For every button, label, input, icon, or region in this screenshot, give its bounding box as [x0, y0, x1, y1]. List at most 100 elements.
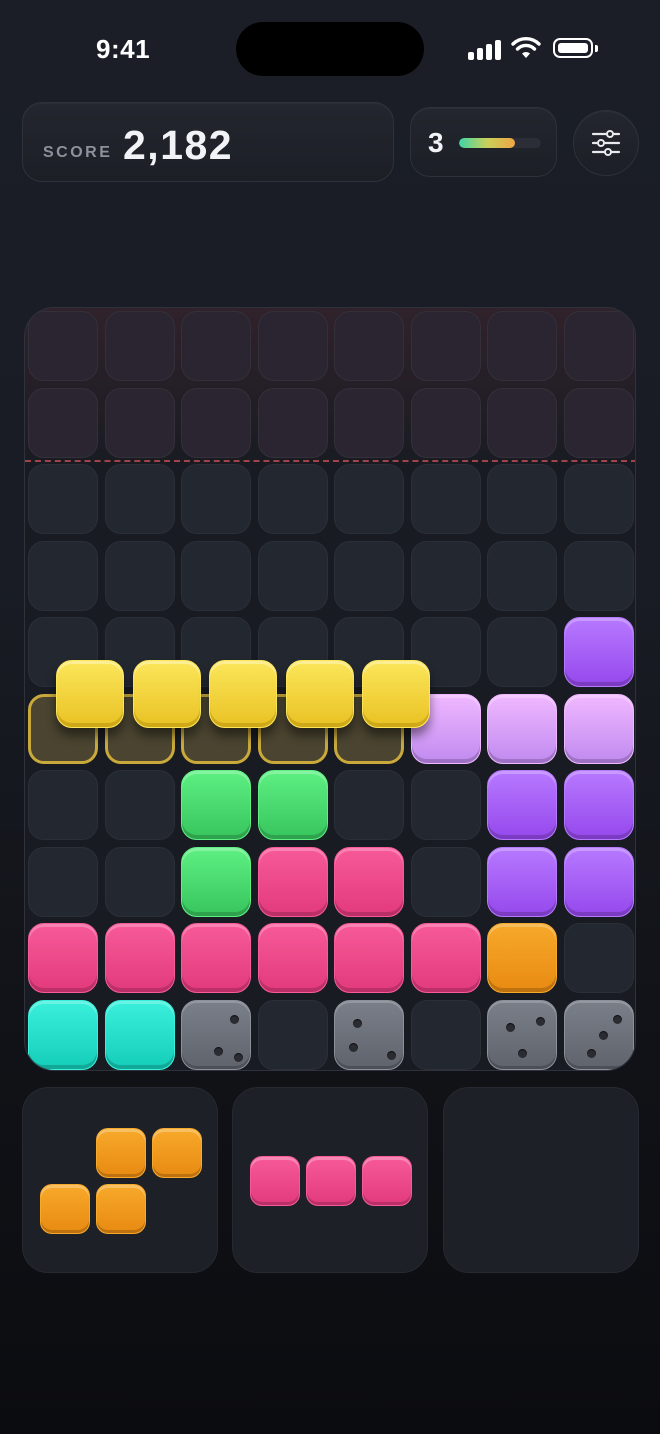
board-cell-empty [257, 387, 328, 458]
dragged-block[interactable] [56, 659, 124, 728]
board-cell-stone [181, 999, 251, 1070]
board-cell-pink [257, 923, 328, 993]
piece-block [152, 1128, 202, 1178]
board-cell-empty [257, 311, 328, 381]
level-number: 3 [428, 127, 444, 158]
board-cell-pink [410, 923, 481, 993]
board-cell-empty [563, 387, 634, 458]
battery-icon [553, 38, 598, 58]
board-cell-empty [257, 464, 328, 534]
board-cell-empty [334, 387, 404, 458]
board-cell-empty [487, 311, 557, 381]
dragged-block[interactable] [285, 659, 354, 728]
board-cell-purple [487, 846, 557, 917]
sliders-icon [591, 130, 621, 156]
board-cell-empty [104, 464, 175, 534]
board-cell-pink [257, 846, 328, 917]
game-board[interactable] [24, 307, 636, 1071]
board-cell-teal [28, 999, 98, 1070]
score-label: SCORE [43, 144, 113, 161]
board-cell-empty [563, 311, 634, 381]
board-cell-empty [563, 923, 634, 993]
board-cell-empty [563, 540, 634, 611]
board-cell-purple [563, 617, 634, 687]
board-cell-empty [28, 540, 98, 611]
board-cell-empty [104, 540, 175, 611]
board-cell-empty [104, 311, 175, 381]
stone-hole [536, 1016, 545, 1026]
piece-block [250, 1156, 300, 1206]
stone-hole [612, 1014, 622, 1024]
board-cell-empty [410, 770, 481, 840]
board-cell-empty [181, 540, 251, 611]
cellular-signal-icon [468, 38, 502, 60]
danger-line [25, 460, 635, 462]
stone-hole [353, 1018, 362, 1028]
piece-slot-1[interactable] [22, 1087, 218, 1273]
board-cell-purple [563, 846, 634, 917]
level-card: 3 [410, 107, 557, 177]
piece-slot-3[interactable] [443, 1087, 639, 1273]
board-cell-empty [410, 311, 481, 381]
board-cell-green [181, 846, 251, 917]
dragged-block[interactable] [362, 659, 430, 728]
board-cell-empty [257, 999, 328, 1070]
piece-block [96, 1128, 146, 1178]
dragged-block[interactable] [132, 659, 201, 728]
level-progress-bar [459, 138, 541, 148]
board-cell-empty [410, 540, 481, 611]
board-cell-empty [410, 464, 481, 534]
dynamic-island [236, 22, 424, 76]
board-cell-empty [334, 770, 404, 840]
level-progress-fill [459, 138, 515, 148]
board-cell-empty [28, 464, 98, 534]
piece-block [96, 1184, 146, 1234]
stone-hole [234, 1052, 243, 1062]
stone-hole [506, 1022, 515, 1032]
piece-block [306, 1156, 356, 1206]
stone-hole [214, 1046, 223, 1056]
board-cell-purple [487, 770, 557, 840]
settings-button[interactable] [573, 110, 639, 176]
piece-block [40, 1184, 90, 1234]
status-bar: 9:41 [0, 0, 660, 96]
board-cell-green [181, 770, 251, 840]
board-cell-pink [28, 923, 98, 993]
wifi-icon [511, 37, 541, 58]
board-cell-empty [410, 999, 481, 1070]
stone-hole [387, 1050, 396, 1060]
board-cell-lilac [487, 693, 557, 764]
board-cell-empty [257, 540, 328, 611]
score-card: SCORE 2,182 [22, 102, 394, 182]
board-cell-empty [104, 846, 175, 917]
board-cell-teal [104, 999, 175, 1070]
board-cell-empty [487, 464, 557, 534]
board-cell-stone [563, 999, 634, 1070]
board-cell-empty [487, 617, 557, 687]
piece-slot-2[interactable] [232, 1087, 428, 1273]
board-cell-orange [487, 923, 557, 993]
stone-hole [586, 1048, 596, 1058]
board-cell-green [257, 770, 328, 840]
board-cell-empty [104, 770, 175, 840]
board-cell-empty [104, 387, 175, 458]
board-cell-pink [104, 923, 175, 993]
board-cell-empty [334, 311, 404, 381]
dragged-block[interactable] [209, 659, 277, 728]
board-cell-empty [334, 464, 404, 534]
board-cell-empty [28, 387, 98, 458]
board-cell-stone [487, 999, 557, 1070]
stone-hole [598, 1030, 608, 1040]
board-cell-empty [28, 846, 98, 917]
board-cell-empty [487, 540, 557, 611]
score-value: 2,182 [123, 122, 234, 168]
board-cell-empty [181, 311, 251, 381]
board-cell-empty [410, 387, 481, 458]
board-cell-empty [28, 311, 98, 381]
board-cell-empty [181, 464, 251, 534]
board-cell-pink [181, 923, 251, 993]
board-cell-pink [334, 846, 404, 917]
board-cell-pink [334, 923, 404, 993]
board-cell-lilac [563, 693, 634, 764]
stone-hole [230, 1014, 239, 1024]
